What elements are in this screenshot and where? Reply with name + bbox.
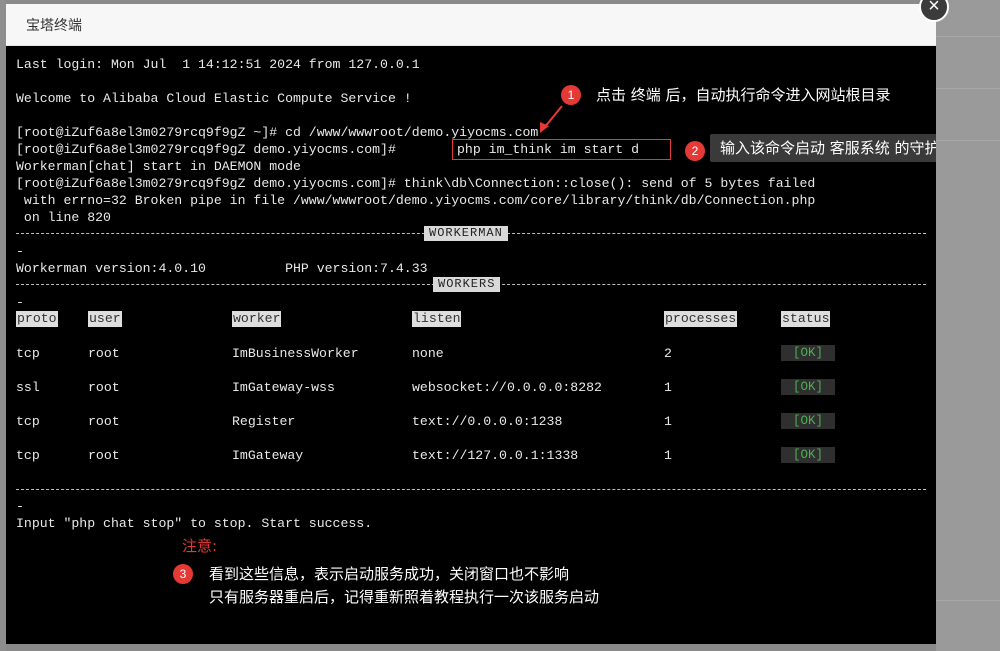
annotation-badge-3: 3 xyxy=(173,564,193,584)
annotation-badge-2: 2 xyxy=(685,141,705,161)
annotation-warning-label: 注意: xyxy=(182,537,218,555)
dialog-title: 宝塔终端 xyxy=(26,17,82,33)
terminal-screen[interactable]: Last login: Mon Jul 1 14:12:51 2024 from… xyxy=(6,46,936,644)
page-backdrop-right xyxy=(936,0,1000,651)
backdrop-row-divider xyxy=(936,600,1000,601)
dialog-titlebar: 宝塔终端 xyxy=(6,4,936,46)
terminal-dialog: 宝塔终端 Last login: Mon Jul 1 14:12:51 2024… xyxy=(6,4,936,644)
close-icon: × xyxy=(928,0,940,17)
annotation-text-2: 输入该命令启动 客服系统 的守护进程 xyxy=(710,134,936,162)
annotation-text-3-line1: 看到这些信息，表示启动服务成功，关闭窗口也不影响 xyxy=(209,565,570,583)
backdrop-row-divider xyxy=(936,140,1000,141)
backdrop-row-divider xyxy=(936,88,1000,89)
annotation-text-3-line2: 只有服务器重启后，记得重新照着教程执行一次该服务启动 xyxy=(209,588,600,606)
backdrop-row-divider xyxy=(936,36,1000,37)
